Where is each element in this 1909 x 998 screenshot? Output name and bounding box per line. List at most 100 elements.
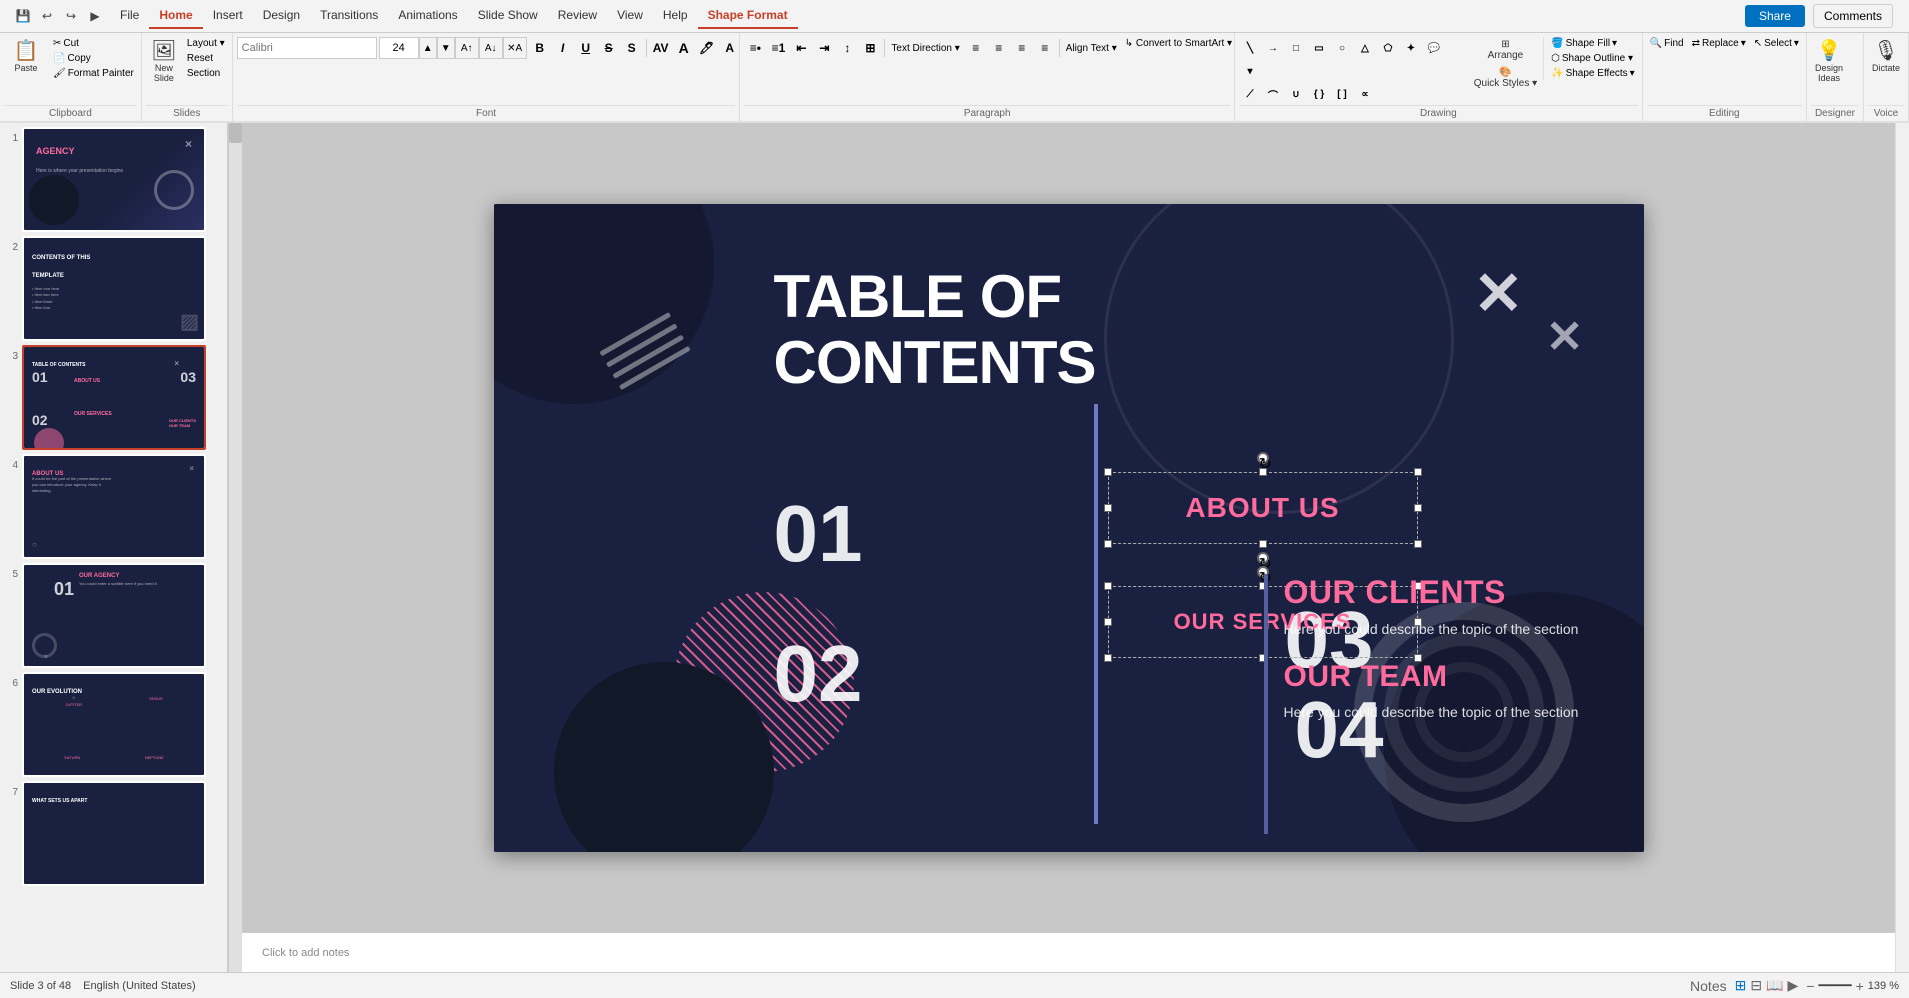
tab-design[interactable]: Design	[253, 3, 310, 29]
circle-tool[interactable]: ○	[1331, 37, 1353, 59]
text-color-button[interactable]: A	[719, 37, 741, 59]
handle-tr[interactable]	[1414, 468, 1422, 476]
slide-canvas-area[interactable]: ✕ ✕	[242, 123, 1895, 932]
triangle-tool[interactable]: △	[1354, 37, 1376, 59]
shape-effects-button[interactable]: ✨ Shape Effects ▾	[1548, 67, 1638, 80]
arrow-tool[interactable]: →	[1262, 37, 1284, 59]
font-size-decrease-button[interactable]: ▼	[437, 37, 455, 59]
italic-button[interactable]: I	[552, 37, 574, 59]
notes-area[interactable]: Click to add notes	[242, 932, 1895, 972]
tab-transitions[interactable]: Transitions	[310, 3, 388, 29]
strikethrough-button[interactable]: S	[598, 37, 620, 59]
select-button[interactable]: ↖ Select ▾	[1751, 37, 1802, 50]
line-spacing-button[interactable]: ↕	[836, 37, 858, 59]
shadow-button[interactable]: S	[621, 37, 643, 59]
tab-animations[interactable]: Animations	[388, 3, 467, 29]
comments-button[interactable]: Comments	[1813, 4, 1893, 28]
handle-br[interactable]	[1414, 540, 1422, 548]
shape-fill-button[interactable]: 🪣 Shape Fill ▾	[1548, 37, 1638, 50]
shape-outline-button[interactable]: ⬡ Shape Outline ▾	[1548, 52, 1638, 65]
svc-handle-tl[interactable]	[1104, 582, 1112, 590]
shape2-3[interactable]: ∪	[1285, 83, 1307, 105]
rotate-handle-bottom[interactable]: ↻	[1257, 552, 1269, 564]
slide-panel[interactable]: 1 AGENCY Here is where your presentation…	[0, 123, 228, 972]
font-size-increase-button[interactable]: ▲	[419, 37, 437, 59]
font-name-input[interactable]	[237, 37, 377, 59]
font-grow-button[interactable]: A↑	[455, 37, 479, 59]
share-button[interactable]: Share	[1745, 5, 1805, 27]
layout-button[interactable]: Layout ▾	[184, 37, 228, 50]
arrange-button[interactable]: ⊞ Arrange	[1470, 37, 1541, 63]
align-left-button[interactable]: ≡	[965, 37, 987, 59]
design-ideas-button[interactable]: 💡 DesignIdeas	[1811, 37, 1847, 85]
slide-panel-scrollbar[interactable]	[228, 123, 242, 972]
tab-view[interactable]: View	[607, 3, 653, 29]
rotate-handle-top[interactable]: ↻	[1257, 452, 1269, 464]
tab-slideshow[interactable]: Slide Show	[468, 3, 548, 29]
slide-thumb-6[interactable]: OUR EVOLUTION × JUPITER VENUS	[22, 672, 206, 777]
tab-help[interactable]: Help	[653, 3, 698, 29]
tab-file[interactable]: File	[110, 3, 149, 29]
about-us-container[interactable]: ↻ ↻ ABOUT US	[1108, 472, 1418, 544]
font-size-input[interactable]	[379, 37, 419, 59]
handle-bl[interactable]	[1104, 540, 1112, 548]
section-button[interactable]: Section	[184, 67, 228, 80]
pentagon-tool[interactable]: ⬠	[1377, 37, 1399, 59]
svc-handle-ml[interactable]	[1104, 618, 1112, 626]
zoom-in-button[interactable]: +	[1856, 978, 1864, 994]
quick-styles-button[interactable]: 🎨 Quick Styles ▾	[1470, 65, 1541, 91]
numbered-list-button[interactable]: ≡1	[767, 37, 789, 59]
bold-button[interactable]: B	[529, 37, 551, 59]
columns-button[interactable]: ⊞	[859, 37, 881, 59]
rect-tool[interactable]: □	[1285, 37, 1307, 59]
tab-home[interactable]: Home	[149, 3, 202, 29]
underline-button[interactable]: U	[575, 37, 597, 59]
align-center-button[interactable]: ≡	[988, 37, 1010, 59]
clear-format-button[interactable]: ✕A	[503, 37, 527, 59]
justify-button[interactable]: ≡	[1034, 37, 1056, 59]
handle-ml[interactable]	[1104, 504, 1112, 512]
shape2-6[interactable]: ∝	[1354, 83, 1376, 105]
bullets-button[interactable]: ≡•	[744, 37, 766, 59]
callout-tool[interactable]: 💬	[1423, 37, 1445, 59]
reset-button[interactable]: Reset	[184, 52, 228, 65]
slide-thumb-2[interactable]: CONTENTS OF THISTEMPLATE • Item one here…	[22, 236, 206, 341]
rounded-rect-tool[interactable]: ▭	[1308, 37, 1330, 59]
replace-button[interactable]: ⇄ Replace ▾	[1689, 37, 1749, 50]
shape2-4[interactable]: { }	[1308, 83, 1330, 105]
format-painter-button[interactable]: 🖌 Format Painter	[50, 67, 137, 80]
zoom-level[interactable]: 139 %	[1868, 980, 1899, 992]
slide-thumb-3[interactable]: TABLE OF CONTENTS 01 02 ABOUT US OUR SER…	[22, 345, 206, 450]
tab-shape-format[interactable]: Shape Format	[698, 3, 798, 29]
zoom-slider[interactable]: ━━━━━	[1818, 979, 1851, 992]
handle-mr[interactable]	[1414, 504, 1422, 512]
slide-thumb-1[interactable]: AGENCY Here is where your presentation b…	[22, 127, 206, 232]
align-right-button[interactable]: ≡	[1011, 37, 1033, 59]
svc-handle-bl[interactable]	[1104, 654, 1112, 662]
cut-button[interactable]: ✂ Cut	[50, 37, 137, 50]
text-direction-button[interactable]: Text Direction ▾	[888, 42, 962, 55]
paste-button[interactable]: 📋 Paste	[4, 37, 48, 75]
tab-insert[interactable]: Insert	[203, 3, 253, 29]
copy-button[interactable]: 📄 Copy	[50, 52, 137, 65]
font-color-button[interactable]: A	[673, 37, 695, 59]
handle-tm[interactable]	[1259, 468, 1267, 476]
slideshow-button[interactable]: ▶	[1788, 977, 1799, 994]
slide-thumb-7[interactable]: WHAT SETS US APART	[22, 781, 206, 886]
find-button[interactable]: 🔍 Find	[1647, 37, 1687, 50]
reading-view-button[interactable]: 📖	[1766, 977, 1783, 994]
line-tool[interactable]: ╲	[1239, 37, 1261, 59]
slide-sorter-button[interactable]: ⊟	[1750, 977, 1762, 994]
new-slide-button[interactable]: 🖼 NewSlide	[146, 37, 182, 85]
tab-review[interactable]: Review	[548, 3, 607, 29]
redo-button[interactable]: ↪	[60, 5, 82, 27]
star-tool[interactable]: ✦	[1400, 37, 1422, 59]
main-slide[interactable]: ✕ ✕	[494, 204, 1644, 852]
more-shapes-button[interactable]: ▾	[1239, 60, 1261, 82]
highlight-button[interactable]: 🖊	[696, 37, 718, 59]
shape2-5[interactable]: [ ]	[1331, 83, 1353, 105]
handle-tl[interactable]	[1104, 468, 1112, 476]
align-text-button[interactable]: Align Text ▾	[1063, 42, 1120, 55]
handle-bm[interactable]	[1259, 540, 1267, 548]
save-button[interactable]: 💾	[12, 5, 34, 27]
